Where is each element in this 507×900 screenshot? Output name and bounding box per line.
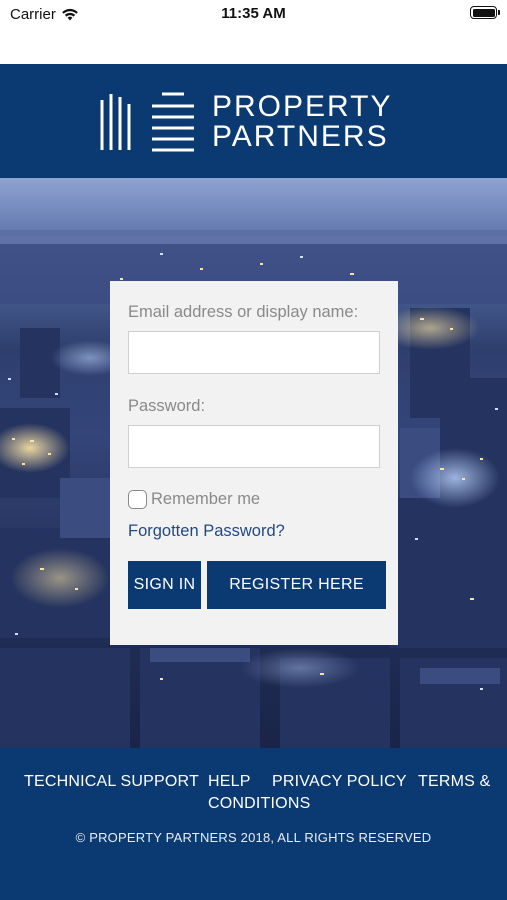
copyright-text: © PROPERTY PARTNERS 2018, ALL RIGHTS RES… [75, 830, 432, 845]
brand-logo: PROPERTY PARTNERS [100, 92, 393, 152]
logo-wordmark: PROPERTY PARTNERS [212, 92, 393, 152]
footer-link-conditions[interactable]: CONDITIONS [208, 795, 310, 813]
forgot-password-link[interactable]: Forgotten Password? [128, 522, 285, 541]
email-label: Email address or display name: [128, 303, 359, 321]
login-form-card: Email address or display name: Password:… [110, 281, 398, 645]
email-field[interactable] [128, 331, 380, 374]
footer-link-privacy-policy[interactable]: PRIVACY POLICY [272, 773, 407, 791]
footer-link-terms[interactable]: TERMS & [418, 773, 491, 791]
status-bar: Carrier 11:35 AM [0, 0, 507, 64]
footer-link-help[interactable]: HELP [208, 773, 251, 791]
remember-me-checkbox[interactable] [128, 490, 147, 509]
battery-icon [470, 6, 500, 19]
password-label: Password: [128, 397, 206, 415]
register-button[interactable]: REGISTER HERE [207, 561, 386, 609]
footer: TECHNICAL SUPPORT HELP PRIVACY POLICY TE… [0, 748, 507, 900]
password-field[interactable] [128, 425, 380, 468]
logo-mark-icon [100, 92, 194, 152]
sign-in-button[interactable]: SIGN IN [128, 561, 201, 609]
logo-line-property: PROPERTY [212, 90, 393, 123]
app-header: PROPERTY PARTNERS [0, 64, 507, 178]
remember-me-label: Remember me [151, 490, 261, 508]
status-time: 11:35 AM [221, 5, 286, 22]
logo-line-partners: PARTNERS [212, 120, 389, 153]
footer-link-technical-support[interactable]: TECHNICAL SUPPORT [24, 773, 199, 791]
remember-me-row[interactable]: Remember me [128, 490, 260, 509]
